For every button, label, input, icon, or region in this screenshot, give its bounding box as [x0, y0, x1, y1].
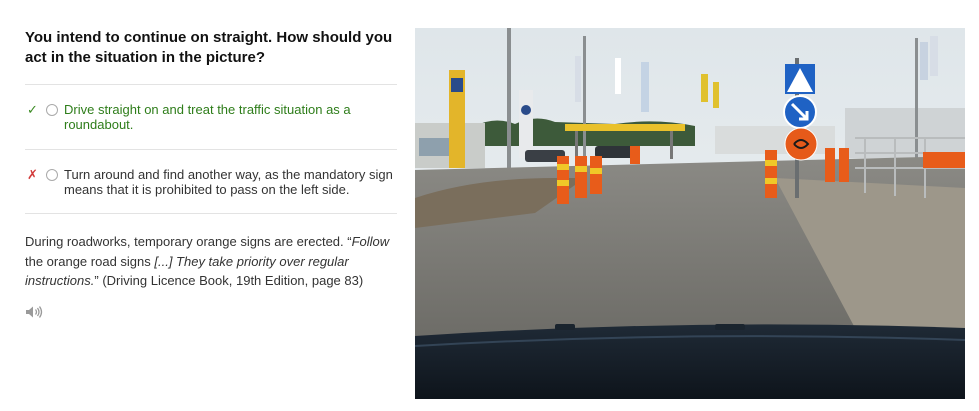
question-panel: You intend to continue on straight. How …	[25, 28, 397, 319]
explanation-text: During roadworks, temporary orange signs…	[25, 232, 397, 291]
cross-icon: ✗	[27, 167, 38, 182]
question-text: You intend to continue on straight. How …	[25, 29, 393, 66]
answer-option-label: Drive straight on and treat the traffic …	[64, 102, 351, 132]
divider	[25, 84, 397, 85]
explanation-part: ” (Driving Licence Book, 19th Edition, p…	[94, 273, 364, 288]
explanation-part: During roadworks, temporary orange signs…	[25, 234, 352, 249]
explanation-part: the orange road signs	[25, 253, 155, 269]
explanation-italic: Follow	[351, 234, 390, 249]
answer-option-2[interactable]: ✗ Turn around and find another way, as t…	[25, 167, 397, 197]
divider	[25, 213, 397, 214]
speaker-icon[interactable]	[25, 305, 43, 319]
answer-option-label: Turn around and find another way, as the…	[64, 167, 393, 197]
roadworks-scene-image	[415, 28, 965, 399]
divider	[25, 149, 397, 150]
answer-option-1[interactable]: ✓ Drive straight on and treat the traffi…	[25, 102, 397, 132]
radio-button[interactable]	[46, 104, 58, 116]
radio-button[interactable]	[46, 169, 58, 181]
checkmark-icon: ✓	[27, 102, 38, 117]
